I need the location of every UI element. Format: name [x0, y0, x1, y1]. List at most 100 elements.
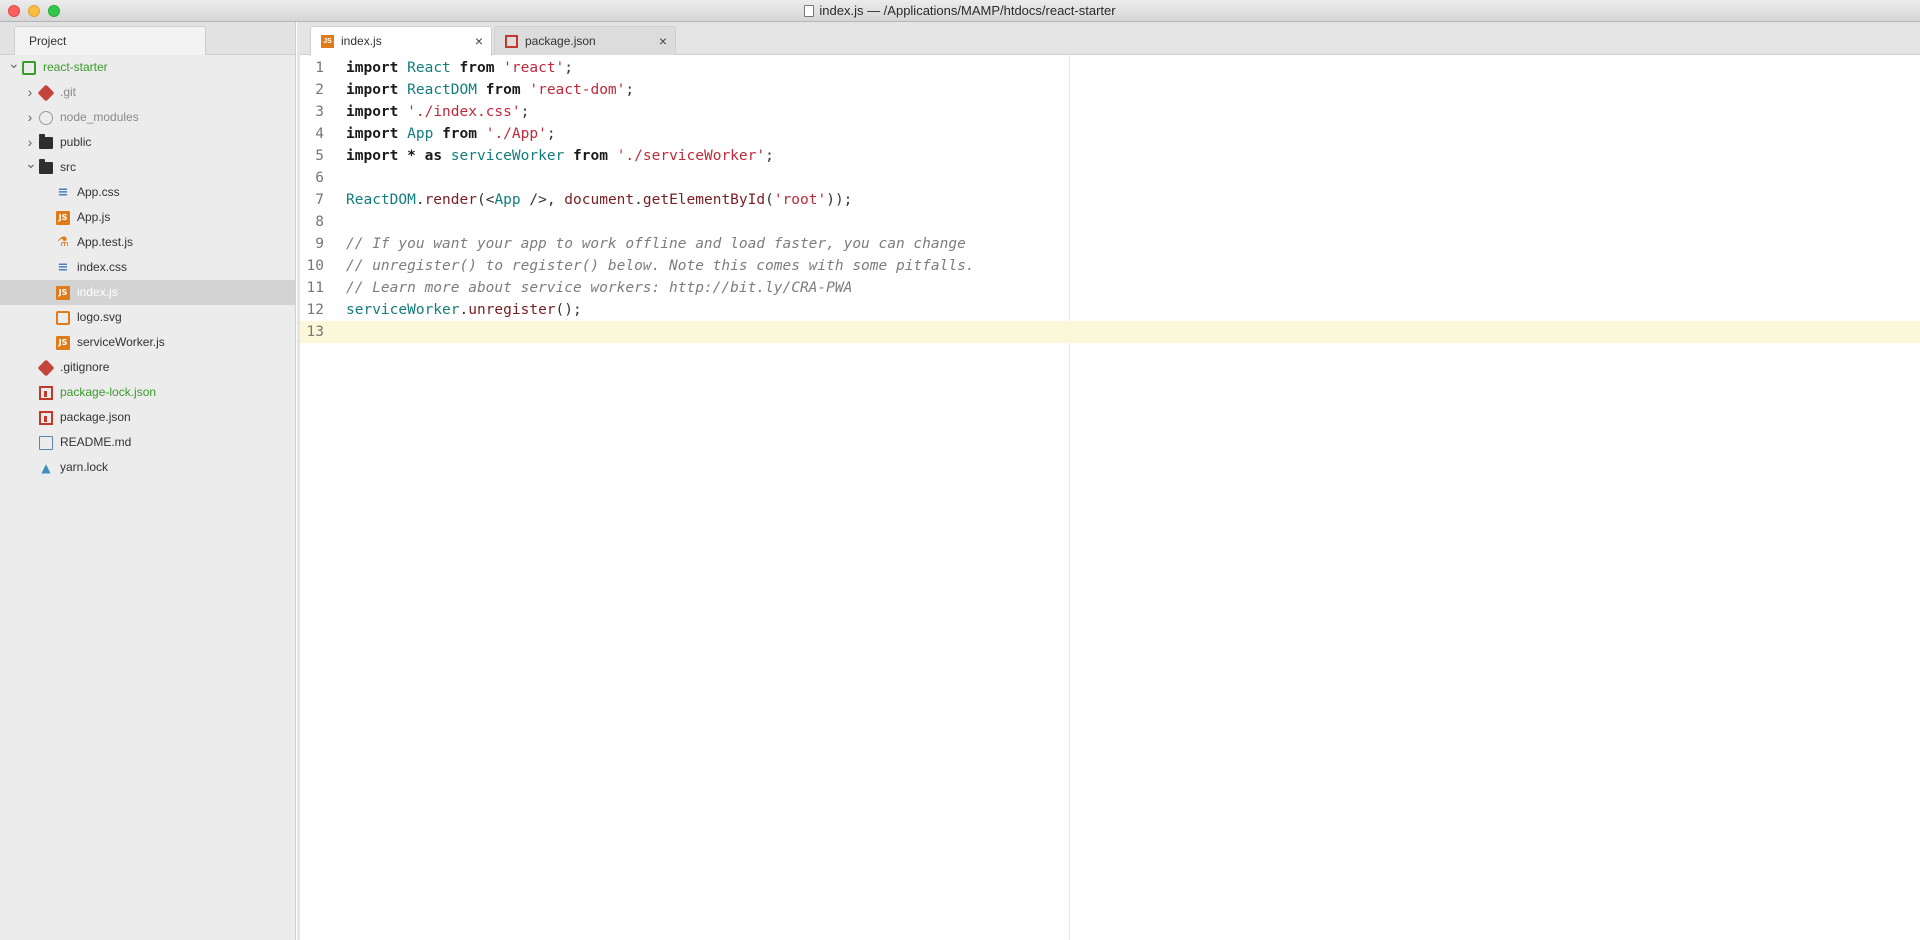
chevron-right-icon[interactable]: › [25, 80, 35, 105]
js-file-icon: JS [321, 35, 334, 48]
git-icon [37, 359, 55, 377]
tree-item-label: src [60, 160, 76, 174]
css-file-icon: ≡ [57, 185, 69, 200]
line-number: 12 [306, 302, 324, 318]
line-number: 10 [306, 258, 324, 274]
close-tab-icon[interactable]: × [475, 27, 483, 55]
tree-item-label: serviceWorker.js [77, 335, 165, 349]
tree-item[interactable]: README.md [0, 430, 295, 455]
tree-item[interactable]: logo.svg [0, 305, 295, 330]
code-line[interactable]: 8 [300, 211, 1920, 233]
line-number: 3 [315, 104, 324, 120]
tree-item[interactable]: › .git [0, 80, 295, 105]
editor-tab-label: index.js [341, 34, 382, 48]
test-file-icon: ⚗ [57, 235, 69, 250]
code-text: import React from 'react'; [346, 60, 574, 76]
line-number: 8 [315, 214, 324, 230]
js-file-icon: JS [56, 336, 70, 350]
tree-item-label: node_modules [60, 110, 139, 124]
code-line[interactable]: 6 [300, 167, 1920, 189]
window-title-container: index.js — /Applications/MAMP/htdocs/rea… [0, 0, 1920, 22]
line-number: 6 [315, 170, 324, 186]
code-line[interactable]: 1 import React from 'react'; [300, 57, 1920, 79]
window-title: index.js — /Applications/MAMP/htdocs/rea… [819, 3, 1116, 18]
line-number: 11 [306, 280, 324, 296]
tree-item[interactable]: ▲ yarn.lock [0, 455, 295, 480]
project-tab[interactable]: Project [14, 26, 206, 55]
tree-item[interactable]: › public [0, 130, 295, 155]
tree-item[interactable]: ≡ index.css [0, 255, 295, 280]
title-bar: index.js — /Applications/MAMP/htdocs/rea… [0, 0, 1920, 22]
code-line[interactable]: 13 [300, 321, 1920, 343]
tree-item-label: react-starter [43, 60, 108, 74]
tree-item-label: App.js [77, 210, 111, 224]
svg-file-icon [56, 311, 70, 325]
js-file-icon: JS [56, 286, 70, 300]
code-text: ReactDOM.render(<App />, document.getEle… [346, 192, 853, 208]
code-area[interactable]: 1 import React from 'react'; 2 import React… [300, 55, 1920, 940]
tree-item-label: logo.svg [77, 310, 122, 324]
markdown-icon [39, 436, 53, 450]
line-number: 7 [315, 192, 324, 208]
sidebar-tab-bar: Project [0, 22, 295, 55]
line-number: 4 [315, 126, 324, 142]
close-tab-icon[interactable]: × [659, 27, 667, 55]
git-icon [37, 84, 55, 102]
tree-item-label: .gitignore [60, 360, 110, 374]
code-text: import App from './App'; [346, 126, 556, 142]
editor-tab[interactable]: package.json × [494, 26, 676, 55]
tree-item[interactable]: package.json [0, 405, 295, 430]
tree-item-label: index.css [77, 260, 128, 274]
tree-item-label: public [60, 135, 92, 149]
chevron-down-icon[interactable]: ⌄ [8, 51, 20, 76]
js-file-icon: JS [56, 211, 70, 225]
line-number: 5 [315, 148, 324, 164]
tree-item[interactable]: JS serviceWorker.js [0, 330, 295, 355]
tree-item[interactable]: ⌄ react-starter [0, 55, 295, 80]
editor-pane: JS index.js × package.json × 1 import React f… [297, 22, 1920, 940]
package-icon [505, 35, 518, 48]
tree-item-label: App.test.js [77, 235, 134, 249]
code-text: import ReactDOM from 'react-dom'; [346, 82, 635, 98]
tree-item[interactable]: JS App.js [0, 205, 295, 230]
chevron-right-icon[interactable]: › [25, 105, 35, 130]
chevron-down-icon[interactable]: ⌄ [25, 151, 37, 176]
line-number: 2 [315, 82, 324, 98]
code-line[interactable]: 2 import ReactDOM from 'react-dom'; [300, 79, 1920, 101]
code-text: import * as serviceWorker from './servic… [346, 148, 774, 164]
code-line[interactable]: 9 // If you want your app to work offline… [300, 233, 1920, 255]
code-text: // If you want your app to work offline … [346, 236, 966, 252]
code-line[interactable]: 7 ReactDOM.render(<App />, document.getEl… [300, 189, 1920, 211]
code-text: // Learn more about service workers: htt… [346, 280, 853, 296]
tree-item-label: .git [60, 85, 77, 99]
code-line[interactable]: 10 // unregister() to register() below. N… [300, 255, 1920, 277]
editor-tab-bar: JS index.js × package.json × [300, 22, 1920, 56]
tree-item-label: package.json [60, 410, 131, 424]
tree-item[interactable]: ≡ App.css [0, 180, 295, 205]
tree-item[interactable]: JS index.js [0, 280, 295, 305]
line-number: 13 [306, 324, 324, 340]
node-icon [39, 111, 53, 125]
code-line[interactable]: 11 // Learn more about service workers: h… [300, 277, 1920, 299]
tree-item[interactable]: package-lock.json [0, 380, 295, 405]
tree-item-label: index.js [77, 285, 118, 299]
code-text: serviceWorker.unregister(); [346, 302, 582, 318]
code-line[interactable]: 5 import * as serviceWorker from './servi… [300, 145, 1920, 167]
code-line[interactable]: 3 import './index.css'; [300, 101, 1920, 123]
tree-item[interactable]: ⚗ App.test.js [0, 230, 295, 255]
code-text: import './index.css'; [346, 104, 530, 120]
repo-icon [22, 61, 36, 75]
package-icon [39, 411, 53, 425]
tree-item[interactable]: ⌄ src [0, 155, 295, 180]
tree-item-label: App.css [77, 185, 120, 199]
editor-tab-label: package.json [525, 34, 596, 48]
code-text: // unregister() to register() below. Not… [346, 258, 975, 274]
code-line[interactable]: 12 serviceWorker.unregister(); [300, 299, 1920, 321]
tree-item[interactable]: .gitignore [0, 355, 295, 380]
editor-tab[interactable]: JS index.js × [310, 26, 492, 56]
tree-item[interactable]: › node_modules [0, 105, 295, 130]
file-tree: ⌄ react-starter › .git › node_modules › public ⌄… [0, 55, 295, 480]
folder-icon [39, 134, 53, 149]
code-line[interactable]: 4 import App from './App'; [300, 123, 1920, 145]
document-icon [804, 5, 815, 17]
